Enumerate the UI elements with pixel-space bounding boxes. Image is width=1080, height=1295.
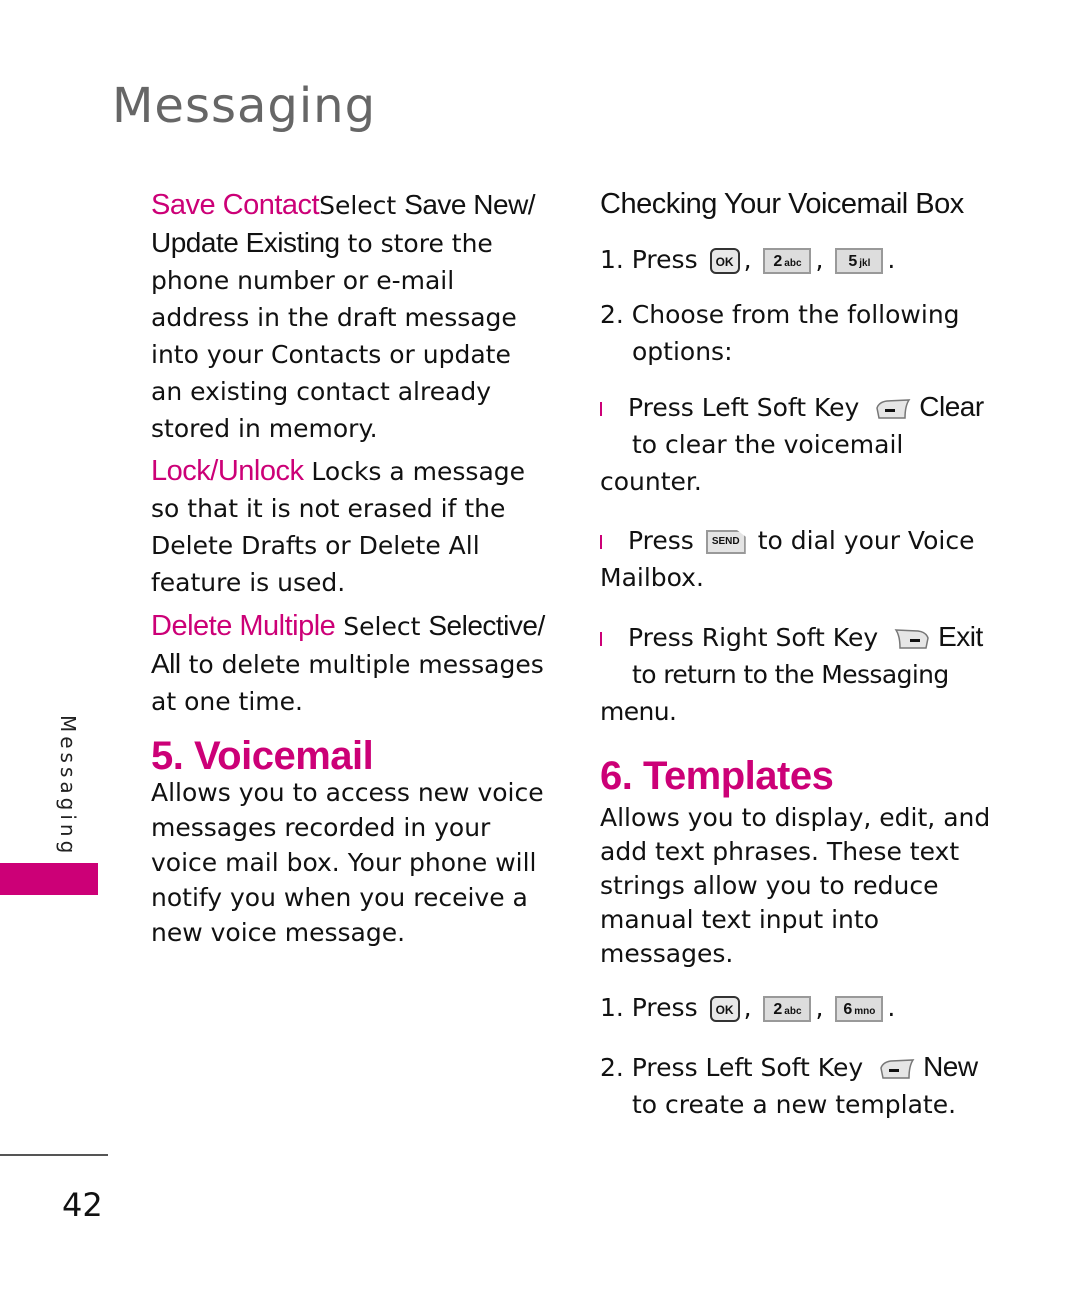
page-title: Messaging: [112, 78, 377, 134]
right-soft-key-icon: [894, 629, 929, 649]
bullet-icon: [600, 632, 602, 646]
templates-step-1: 1. Press OK, 2 abc, 6 mno.: [600, 993, 896, 1022]
delete-multiple-entry: Delete Multiple Select Selective/ All to…: [151, 610, 545, 716]
footer-divider: [0, 1154, 108, 1156]
right-column: Checking Your Voicemail Box 1. Press OK,…: [600, 186, 1000, 1123]
key-5-icon: 5 jkl: [835, 248, 884, 274]
term-lock-unlock: Lock/Unlock: [151, 455, 304, 487]
voicemail-body: Allows you to access new voice messages …: [151, 778, 544, 947]
ok-key-icon: OK: [709, 996, 740, 1022]
page-number: 42: [62, 1186, 103, 1224]
key-2-icon: 2 abc: [763, 996, 812, 1022]
action-exit: Exit: [938, 621, 983, 652]
action-clear: Clear: [919, 391, 984, 422]
send-key-icon: SEND: [705, 530, 746, 554]
templates-body: Allows you to display, edit, and add tex…: [600, 803, 991, 968]
checking-voicemail-subheading: Checking Your Voicemail Box: [600, 188, 964, 220]
ok-key-icon: OK: [709, 248, 740, 274]
bullet-icon: [600, 535, 602, 549]
section-tab-label: Messaging: [56, 715, 80, 858]
option-send: Press SEND to dial your Voice Mailbox.: [600, 526, 975, 592]
left-soft-key-icon: [876, 399, 911, 419]
option-exit: Press Right Soft Key Exit to return to t…: [600, 621, 983, 726]
left-soft-key-icon: [880, 1059, 915, 1079]
term-save-contact: Save Contact: [151, 189, 320, 221]
key-6-icon: 6 mno: [835, 996, 884, 1022]
templates-step-2: 2. Press Left Soft Key New to create a n…: [600, 1051, 978, 1119]
action-new: New: [923, 1051, 978, 1082]
key-2-icon: 2 abc: [763, 248, 812, 274]
save-contact-entry: Save ContactSelect Save New/ Update Exis…: [151, 189, 536, 443]
templates-heading: 6. Templates: [600, 754, 834, 798]
option-clear: Press Left Soft Key Clear to clear the v…: [600, 391, 984, 496]
lock-unlock-entry: Lock/Unlock Locks a message so that it i…: [151, 455, 526, 597]
bullet-icon: [600, 402, 602, 416]
checking-step-2: 2. Choose from the following options:: [600, 300, 960, 366]
checking-step-1: 1. Press OK, 2 abc, 5 jkl.: [600, 245, 896, 274]
voicemail-heading: 5. Voicemail: [151, 734, 374, 778]
left-column: Save ContactSelect Save New/ Update Exis…: [151, 186, 546, 956]
section-tab-marker: [0, 863, 98, 895]
term-delete-multiple: Delete Multiple: [151, 610, 336, 642]
